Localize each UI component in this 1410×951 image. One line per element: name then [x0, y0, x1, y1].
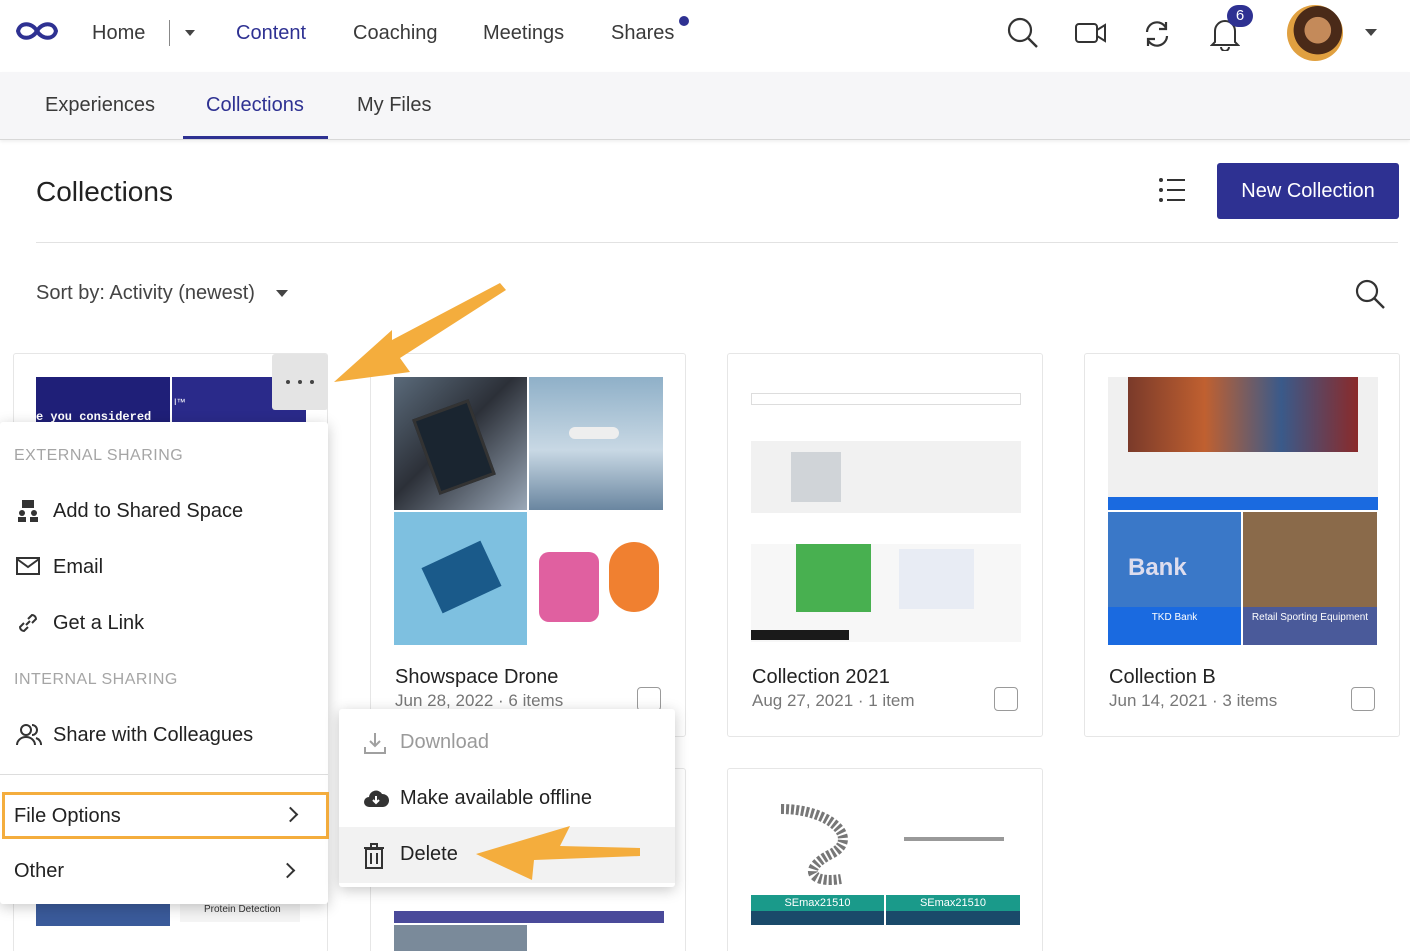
annotation-arrows	[334, 283, 640, 880]
annotation-arrow-delete	[476, 826, 640, 880]
annotation-arrow-more-options	[334, 283, 506, 382]
